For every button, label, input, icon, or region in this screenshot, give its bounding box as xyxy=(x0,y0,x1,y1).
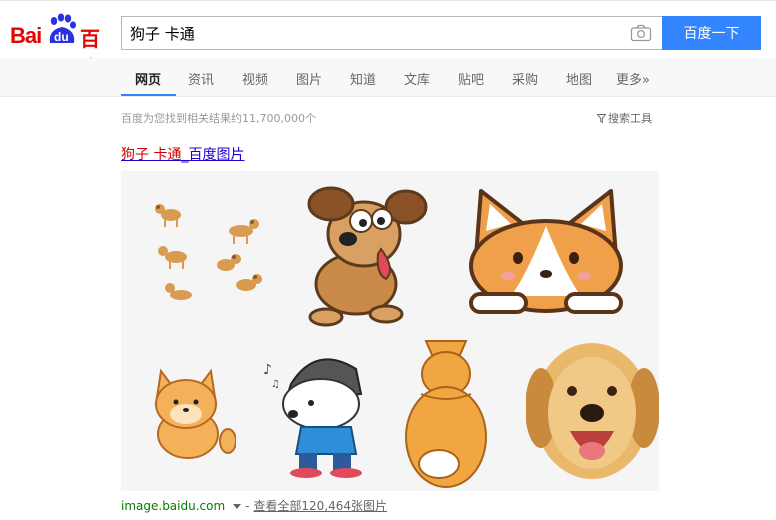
tab-news[interactable]: 资讯 xyxy=(188,69,214,88)
image-shiba[interactable] xyxy=(146,366,236,461)
svg-text:♫: ♫ xyxy=(271,379,280,390)
tab-images[interactable]: 图片 xyxy=(296,69,322,88)
search-button[interactable]: 百度一下 xyxy=(662,16,761,50)
active-tab-indicator xyxy=(121,94,176,96)
search-input[interactable] xyxy=(122,17,622,49)
search-box xyxy=(121,16,662,50)
tab-webpage[interactable]: 网页 xyxy=(135,69,161,88)
image-results-panel: ♪ ♫ xyxy=(121,171,659,491)
image-golden-retriever[interactable] xyxy=(526,333,659,483)
image-shiba-back[interactable] xyxy=(401,329,496,489)
header: Bai du 百度 百度一下 xyxy=(0,0,776,80)
tab-zhidao[interactable]: 知道 xyxy=(350,69,376,88)
tab-shopping[interactable]: 采购 xyxy=(512,69,538,88)
source-domain[interactable]: image.baidu.com xyxy=(121,499,225,513)
tab-video[interactable]: 视频 xyxy=(242,69,268,88)
tab-wenku[interactable]: 文库 xyxy=(404,69,430,88)
search-tools-label: 搜索工具 xyxy=(608,112,652,125)
image-brown-dog-tongue[interactable] xyxy=(286,179,441,329)
filter-icon xyxy=(597,114,606,123)
tab-tieba[interactable]: 贴吧 xyxy=(458,69,484,88)
view-all-images-link[interactable]: 查看全部120,464张图片 xyxy=(253,499,387,513)
search-tabs: 网页 资讯 视频 图片 知道 文库 贴吧 采购 地图 更多» xyxy=(0,58,776,97)
image-husky-beanie[interactable]: ♪ ♫ xyxy=(261,339,381,479)
tab-more[interactable]: 更多» xyxy=(616,69,650,88)
image-corgi-face[interactable] xyxy=(456,186,636,316)
tab-map[interactable]: 地图 xyxy=(566,69,592,88)
search-tools-button[interactable]: 搜索工具 xyxy=(597,110,652,126)
result-title-suffix: _百度图片 xyxy=(181,147,245,163)
result-title-link[interactable]: 狗子 卡通_百度图片 xyxy=(121,144,244,164)
logo-text-du: du xyxy=(54,30,69,44)
result-source: image.baidu.com - 查看全部120,464张图片 xyxy=(121,497,387,514)
camera-icon[interactable] xyxy=(630,24,652,42)
source-separator: - xyxy=(245,499,250,513)
result-count: 百度为您找到相关结果约11,700,000个 xyxy=(121,112,316,125)
chevron-down-icon[interactable] xyxy=(233,503,242,509)
result-title-highlight: 狗子 卡通 xyxy=(121,147,182,163)
logo-text-bai: Bai xyxy=(10,23,42,48)
image-dog-group[interactable] xyxy=(146,193,286,303)
baidu-logo[interactable]: Bai du 百度 xyxy=(10,11,114,80)
svg-text:♪: ♪ xyxy=(263,362,272,378)
